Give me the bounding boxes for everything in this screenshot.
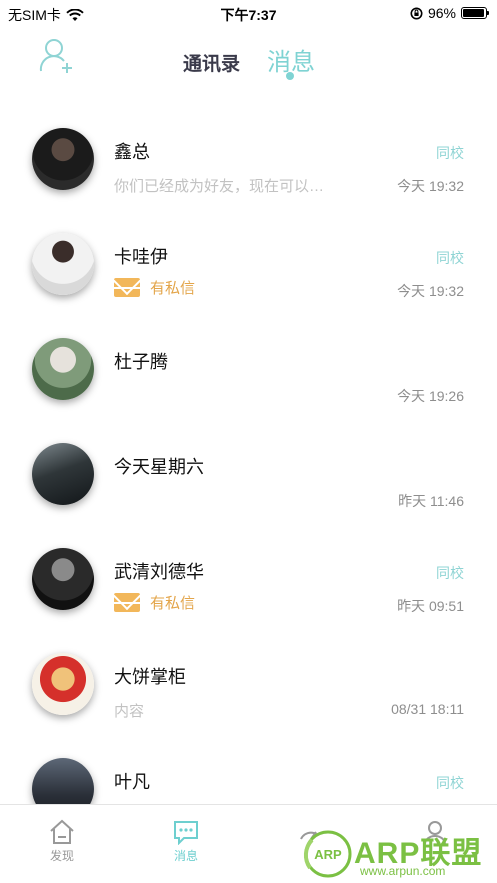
orientation-lock-icon <box>410 7 423 19</box>
status-bar: 无SIM卡 下午7:37 96% <box>0 0 497 26</box>
contact-name: 武清刘德华 <box>114 562 204 582</box>
message-time: 昨天 09:51 <box>397 598 464 614</box>
message-time: 今天 19:26 <box>397 388 464 404</box>
contact-name: 杜子腾 <box>114 352 168 372</box>
avatar[interactable] <box>32 338 94 400</box>
avatar[interactable] <box>32 548 94 610</box>
battery-icon <box>461 7 489 19</box>
message-time: 08/31 18:11 <box>391 701 464 717</box>
chat-icon <box>174 821 198 845</box>
contact-name: 叶凡 <box>114 772 150 792</box>
tab-discover-label: 发现 <box>49 849 74 863</box>
message-row[interactable]: 鑫总 同校你们已经成为好友，现在可以… 今天 19:32 <box>0 102 497 207</box>
tab-messages-label: 消息 <box>173 849 198 863</box>
add-friend-icon[interactable] <box>38 36 76 74</box>
private-message-label: 有私信 <box>150 595 196 612</box>
avatar[interactable] <box>32 128 94 190</box>
same-school-tag: 同校 <box>436 145 464 161</box>
message-time: 昨天 11:46 <box>398 493 464 509</box>
message-row[interactable]: 大饼掌柜内容 08/31 18:11 <box>0 627 497 732</box>
private-message-label: 有私信 <box>150 280 196 297</box>
message-row[interactable]: 卡哇伊 同校有私信 今天 19:32 <box>0 207 497 312</box>
watermark-badge: ARP <box>314 847 342 862</box>
same-school-tag: 同校 <box>436 565 464 581</box>
message-time: 今天 19:32 <box>397 283 464 299</box>
message-row[interactable]: 今天星期六昨天 11:46 <box>0 417 497 522</box>
arp-logo-icon: ARP <box>303 830 352 878</box>
tab-bar-messages[interactable]: 消息 <box>156 819 216 864</box>
message-preview: 你们已经成为好友，现在可以… <box>114 178 325 195</box>
message-row[interactable]: 杜子腾今天 19:26 <box>0 312 497 417</box>
active-tab-indicator <box>286 72 294 80</box>
battery-level <box>463 9 485 17</box>
message-time: 今天 19:32 <box>397 178 464 194</box>
message-row[interactable]: 武清刘德华 同校有私信 昨天 09:51 <box>0 522 497 627</box>
private-message-indicator: 有私信 <box>114 592 195 613</box>
envelope-icon <box>114 278 140 297</box>
status-right: 96% <box>410 5 489 21</box>
contact-name: 卡哇伊 <box>114 247 168 267</box>
tab-discover[interactable]: 发现 <box>32 819 92 864</box>
avatar[interactable] <box>32 233 94 295</box>
contact-name: 今天星期六 <box>114 457 204 477</box>
message-list: 鑫总 同校 你们已经成为好友，现在可以… 今天 19:32 卡哇伊 同校 有私信 今天 19:… <box>0 102 497 837</box>
same-school-tag: 同校 <box>436 250 464 266</box>
contact-name: 大饼掌柜 <box>114 667 186 687</box>
avatar[interactable] <box>32 443 94 505</box>
battery-percent: 96% <box>427 5 456 21</box>
contact-name: 鑫总 <box>114 142 150 162</box>
same-school-tag: 同校 <box>436 775 464 791</box>
envelope-icon <box>114 593 140 612</box>
watermark: ARP ARP联盟 www.arpun.com <box>302 828 497 883</box>
home-icon <box>50 819 74 844</box>
tab-contacts[interactable]: 通讯录 <box>183 49 240 76</box>
private-message-indicator: 有私信 <box>114 277 195 298</box>
message-preview: 内容 <box>114 703 145 720</box>
avatar[interactable] <box>32 653 94 715</box>
watermark-url: www.arpun.com <box>360 864 446 878</box>
header: 通讯录 消息 <box>0 26 497 96</box>
